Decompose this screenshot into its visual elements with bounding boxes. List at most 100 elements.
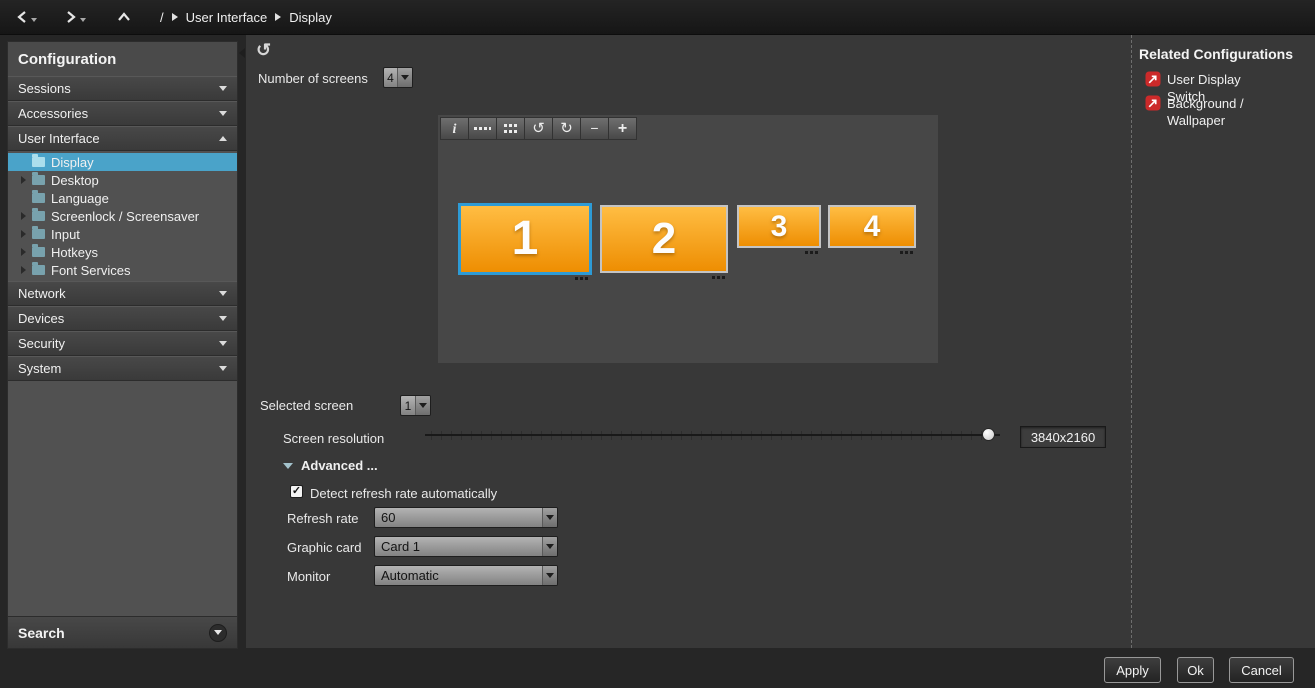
sidebar-category-sessions[interactable]: Sessions [8, 76, 237, 101]
sidebar-category-system[interactable]: System [8, 356, 237, 381]
monitor-number: 3 [771, 212, 788, 242]
tree-item-label: Display [51, 155, 94, 170]
top-navigation-bar: / User Interface Display [0, 0, 1315, 35]
configuration-sidebar: Configuration Sessions Accessories User … [8, 42, 237, 648]
tree-item-input[interactable]: Input [8, 225, 237, 243]
forward-history-dropdown-icon[interactable] [80, 18, 86, 22]
sidebar-category-user-interface[interactable]: User Interface [8, 126, 237, 151]
number-of-screens-label: Number of screens [258, 71, 368, 86]
dropdown-value: Automatic [375, 566, 542, 585]
chevron-down-icon [219, 341, 227, 346]
display-settings-panel: Number of screens 4 1 2 [246, 35, 1131, 648]
dropdown-value: 4 [384, 68, 397, 87]
breadcrumb-item-user-interface[interactable]: User Interface [186, 10, 268, 25]
chevron-down-icon [219, 366, 227, 371]
breadcrumb-item-display[interactable]: Display [289, 10, 332, 25]
remove-screen-button[interactable] [580, 117, 609, 140]
expander-icon[interactable] [21, 211, 32, 221]
slider-thumb[interactable] [982, 428, 995, 441]
sidebar-category-network[interactable]: Network [8, 281, 237, 306]
breadcrumb-root: / [160, 10, 164, 25]
dropdown-arrow-icon[interactable] [542, 537, 557, 556]
back-history-dropdown-icon[interactable] [31, 18, 37, 22]
related-link-background-wallpaper[interactable]: Background / Wallpaper [1145, 95, 1282, 129]
arrange-grid-button[interactable] [496, 117, 525, 140]
expander-icon[interactable] [21, 247, 32, 257]
screen-resolution-label: Screen resolution [283, 431, 384, 446]
monitor-label: Monitor [287, 569, 330, 584]
search-expand-icon[interactable] [209, 624, 227, 642]
sidebar-collapse-handle[interactable] [239, 48, 245, 58]
tree-item-label: Language [51, 191, 109, 206]
category-label: Network [18, 286, 66, 301]
triangle-down-icon [283, 463, 293, 469]
grid-icon [504, 124, 507, 127]
refresh-rate-dropdown[interactable]: 60 [374, 507, 558, 528]
external-link-icon [1145, 71, 1161, 87]
application-window: / User Interface Display Configuration S… [0, 0, 1315, 688]
category-label: System [18, 361, 61, 376]
chevron-down-icon [219, 111, 227, 116]
tree-item-label: Input [51, 227, 80, 242]
folder-icon [32, 265, 45, 275]
dropdown-arrow-icon[interactable] [397, 68, 412, 87]
ok-button[interactable]: Ok [1177, 657, 1214, 683]
graphic-card-dropdown[interactable]: Card 1 [374, 536, 558, 557]
selected-screen-label: Selected screen [260, 398, 353, 413]
add-screen-button[interactable] [608, 117, 637, 140]
tree-item-desktop[interactable]: Desktop [8, 171, 237, 189]
selected-screen-dropdown[interactable]: 1 [400, 395, 431, 416]
monitor-number: 2 [652, 217, 676, 261]
sidebar-category-security[interactable]: Security [8, 331, 237, 356]
expander-icon[interactable] [21, 229, 32, 239]
tree-item-font-services[interactable]: Font Services [8, 261, 237, 279]
breadcrumb-separator-icon [172, 13, 178, 21]
folder-icon [32, 247, 45, 257]
tree-item-screenlock-screensaver[interactable]: Screenlock / Screensaver [8, 207, 237, 225]
apply-button[interactable]: Apply [1104, 657, 1161, 683]
advanced-section-toggle[interactable]: Advanced ... [283, 458, 378, 473]
search-section-toggle[interactable]: Search [8, 616, 237, 648]
detect-refresh-rate-label: Detect refresh rate automatically [310, 486, 497, 501]
breadcrumb-separator-icon [275, 13, 281, 21]
tree-item-hotkeys[interactable]: Hotkeys [8, 243, 237, 261]
dropdown-value: 60 [375, 508, 542, 527]
expander-icon[interactable] [21, 175, 32, 185]
category-label: Sessions [18, 81, 71, 96]
tree-item-label: Font Services [51, 263, 130, 278]
sidebar-category-accessories[interactable]: Accessories [8, 101, 237, 126]
monitor-arrangement-panel: 1 2 3 4 [438, 115, 938, 363]
category-label: Devices [18, 311, 64, 326]
detect-refresh-rate-checkbox[interactable]: ✓ [290, 485, 303, 498]
back-button[interactable] [14, 9, 37, 25]
slider-track[interactable] [425, 434, 1000, 436]
number-of-screens-dropdown[interactable]: 4 [383, 67, 413, 88]
search-label: Search [18, 625, 65, 641]
tree-item-display[interactable]: Display [8, 153, 237, 171]
monitor-2[interactable]: 2 [600, 205, 728, 273]
up-button[interactable] [116, 9, 132, 25]
rotate-left-button[interactable] [524, 117, 553, 140]
dropdown-arrow-icon[interactable] [542, 566, 557, 585]
monitor-3[interactable]: 3 [737, 205, 821, 248]
monitor-4[interactable]: 4 [828, 205, 916, 248]
dropdown-arrow-icon[interactable] [415, 396, 430, 415]
cancel-button[interactable]: Cancel [1229, 657, 1294, 683]
resolution-slider[interactable] [425, 427, 1000, 443]
monitor-1[interactable]: 1 [458, 203, 592, 275]
expander-icon[interactable] [21, 265, 32, 275]
rotate-right-button[interactable] [552, 117, 581, 140]
plus-icon [618, 120, 627, 138]
chevron-right-icon [63, 9, 79, 25]
monitor-dropdown[interactable]: Automatic [374, 565, 558, 586]
forward-button[interactable] [63, 9, 86, 25]
reset-to-defaults-icon[interactable] [256, 40, 271, 61]
monitor-handle-dots [585, 277, 588, 280]
info-button[interactable] [440, 117, 469, 140]
tree-item-language[interactable]: Language [8, 189, 237, 207]
sidebar-category-devices[interactable]: Devices [8, 306, 237, 331]
user-interface-tree: Display Desktop Language Screenlock / Sc… [8, 151, 237, 281]
dropdown-value: Card 1 [375, 537, 542, 556]
identify-screens-button[interactable] [468, 117, 497, 140]
dropdown-arrow-icon[interactable] [542, 508, 557, 527]
